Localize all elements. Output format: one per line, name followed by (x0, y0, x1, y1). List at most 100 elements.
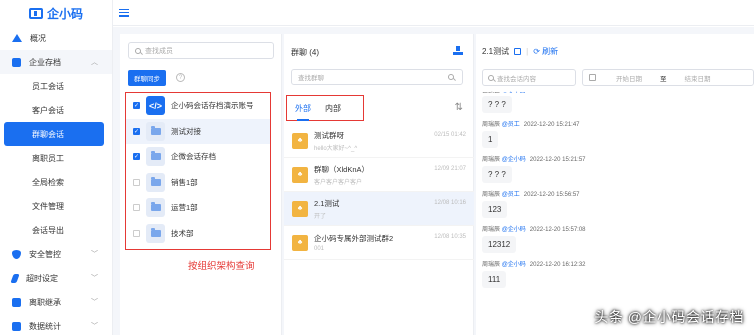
top-bar (113, 0, 754, 26)
chevron-icon: ︿ (91, 59, 98, 66)
message-bubble: 12312 (482, 236, 517, 253)
conversation-panel: 2.1测试 | ⟳ 刷新 查找会话内容 开始日期 至 结束日期 周瑞辰 @企小码… (476, 34, 754, 335)
org-item-label: 销售1部 (171, 177, 198, 187)
chevron-icon: ﹀ (91, 275, 98, 282)
sidebar-subitem[interactable]: 离职员工 (0, 146, 112, 170)
group-chat-list: ♣ 测试群呀 hello大家好~^_^ 02/15 01:42 ♣ 群聊（XldKnA） 客… (284, 124, 474, 260)
sidebar-subitem[interactable]: 文件管理 (0, 194, 112, 218)
group-chat-item[interactable]: ♣ 测试群呀 hello大家好~^_^ 02/15 01:42 (284, 124, 474, 158)
folder-icon (146, 223, 165, 243)
org-item[interactable]: 运营1部 (126, 195, 270, 221)
conversation-search-input[interactable]: 查找会话内容 (482, 69, 576, 86)
folder-shape (150, 227, 161, 237)
sidebar-item[interactable]: 超时设定 ﹀ (0, 266, 112, 290)
message: 周瑞辰 @企小码 2022-12-20 15:57:08 12312 (482, 224, 750, 253)
message-time: 2022-12-20 15:21:57 (529, 157, 586, 163)
group-chat-item[interactable]: ♣ 群聊（XldKnA） 客户客户客户客户 12/09 21:07 (284, 158, 474, 192)
archive-icon (12, 57, 21, 67)
org-item[interactable]: 销售1部 (126, 170, 270, 196)
checkbox[interactable] (133, 178, 140, 186)
message-bubble: 1 (482, 131, 499, 148)
message-bubble: 111 (482, 271, 507, 288)
checkbox[interactable] (133, 204, 140, 212)
message-meta: 周瑞辰 @企小码 2022-12-20 15:21:57 (482, 154, 750, 163)
date-range-picker[interactable]: 开始日期 至 结束日期 (582, 69, 754, 86)
sidebar-subitem[interactable]: 群聊会话 (4, 122, 104, 146)
export-icon[interactable] (453, 46, 463, 55)
refresh-button[interactable]: ⟳ 刷新 (533, 46, 558, 57)
chat-preview: 001 (314, 246, 325, 252)
members-panel: 查找成员 群聊同步 ? ✓ </> 企小码会话存档演示账号 ✓ 测试对接 ✓ 企微会话存档销… (120, 34, 282, 335)
sidebar-item[interactable]: 企业存档 ︿ (0, 50, 112, 74)
message-meta: 周瑞辰 @员工 2022-12-20 15:21:47 (482, 119, 750, 128)
message-bubble-row: ? ? ? (482, 93, 750, 113)
org-item[interactable]: ✓ 企微会话存档 (126, 144, 270, 170)
app-logo[interactable]: 企小码 (0, 0, 112, 26)
sort-icon[interactable]: ⇅ (455, 102, 463, 113)
home-icon (12, 34, 22, 42)
menu-collapse-icon[interactable] (119, 8, 129, 17)
message-meta: 周瑞辰 @企小码 2022-12-20 15:57:08 (482, 224, 750, 233)
edit-icon[interactable] (514, 48, 522, 55)
sidebar-item[interactable]: 离职继承 ﹀ (0, 290, 112, 314)
message-time: 2022-12-20 15:57:08 (529, 227, 586, 233)
group-chat-item[interactable]: ♣ 企小码专属外部测试群2 001 12/08 10:35 (284, 226, 474, 260)
org-tree: ✓ </> 企小码会话存档演示账号 ✓ 测试对接 ✓ 企微会话存档 销售1部 运营1部 技术部 (125, 92, 271, 250)
sidebar-item-label: 概况 (30, 33, 46, 43)
end-date-field[interactable]: 结束日期 (685, 73, 711, 83)
folder-shape (150, 176, 161, 186)
sidebar-item-label: 安全管控 (29, 249, 61, 259)
chat-time: 02/15 01:42 (434, 132, 466, 138)
checkbox[interactable]: ✓ (133, 153, 140, 161)
message-tag: @员工 (501, 122, 520, 128)
sidebar-item-label: 企业存档 (29, 57, 61, 67)
sidebar-item[interactable]: 数据统计 ﹀ (0, 314, 112, 335)
chat-time: 12/08 10:35 (434, 234, 466, 240)
sidebar-subitem[interactable]: 客户会话 (0, 98, 112, 122)
message: 周瑞辰 @员工 2022-12-20 15:21:47 1 (482, 119, 750, 148)
message: 周瑞辰 @企小码 2022-12-20 15:21:57 ? ? ? (482, 154, 750, 183)
search-icon (135, 47, 141, 54)
checkbox[interactable]: ✓ (133, 127, 140, 135)
search-icon (488, 74, 494, 81)
group-chats-title: 群聊 (4) (291, 48, 319, 57)
chat-text: 群聊（XldKnA） 客户客户客户客户 (314, 164, 369, 186)
help-icon[interactable]: ? (176, 73, 185, 82)
org-item[interactable]: 技术部 (126, 221, 270, 247)
group-sync-button[interactable]: 群聊同步 (128, 70, 166, 86)
sidebar-item-label: 离职继承 (29, 297, 61, 307)
tab-internal[interactable]: 内部 (325, 103, 341, 114)
org-item[interactable]: ✓ </> 企小码会话存档演示账号 (126, 93, 270, 119)
chat-title: 2.1测试 (314, 198, 340, 208)
checkbox[interactable]: ✓ (133, 102, 140, 110)
chat-time: 12/08 10:16 (434, 200, 466, 206)
org-item[interactable]: ✓ 测试对接 (126, 118, 270, 144)
sidebar-item[interactable]: 概况 (0, 26, 112, 50)
sidebar-subitem[interactable]: 员工会话 (0, 74, 112, 98)
sidebar-subitem[interactable]: 全局检索 (0, 170, 112, 194)
folder-shape (150, 151, 161, 161)
sidebar-item[interactable]: 安全管控 ﹀ (0, 242, 112, 266)
tab-external[interactable]: 外部 (295, 103, 311, 121)
conversation-title: 2.1测试 (482, 47, 510, 56)
chat-text: 2.1测试 开了 (314, 198, 339, 220)
start-date-field[interactable]: 开始日期 (616, 73, 642, 83)
message-bubble-row: 111 (482, 268, 750, 288)
group-search-input[interactable]: 查找群聊 (291, 69, 463, 85)
logo-text: 企小码 (46, 6, 83, 21)
brand-icon: </> (146, 96, 165, 116)
message-meta: 周瑞辰 @员工 2022-12-20 15:56:57 (482, 189, 750, 198)
sidebar-subitem[interactable]: 会话导出 (0, 218, 112, 242)
folder-icon (146, 198, 165, 218)
member-search-input[interactable]: 查找成员 (128, 42, 274, 59)
group-chat-item[interactable]: ♣ 2.1测试 开了 12/08 10:16 (284, 192, 474, 226)
chat-preview: 客户客户客户客户 (314, 179, 363, 186)
folder-icon (146, 121, 165, 141)
chat-time: 12/09 21:07 (434, 166, 466, 172)
group-avatar-icon: ♣ (292, 166, 308, 183)
checkbox[interactable] (133, 229, 140, 237)
chat-text: 测试群呀 hello大家好~^_^ (314, 130, 357, 152)
folder-shape (150, 202, 161, 212)
sidebar: 企小码 概况 企业存档 ︿ 员工会话 客户会话 群聊会话 离职员工 全局检索 文件管理 会话导出安… (0, 0, 113, 335)
chat-preview: hello大家好~^_^ (314, 145, 358, 152)
